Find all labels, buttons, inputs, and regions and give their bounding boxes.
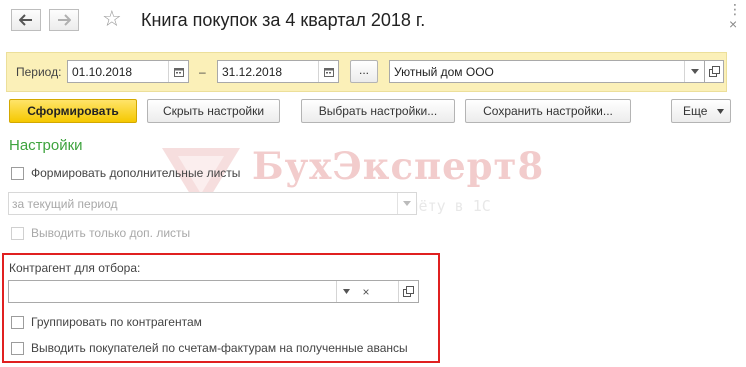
date-from-field[interactable]: 01.10.2018 <box>67 60 189 83</box>
kebab-menu-icon[interactable]: ⋮ <box>728 2 742 16</box>
only-extra-sheets-checkbox <box>11 227 24 240</box>
close-icon[interactable]: × <box>729 16 737 32</box>
choose-settings-button[interactable]: Выбрать настройки... <box>301 99 455 123</box>
hide-settings-button[interactable]: Скрыть настройки <box>147 99 280 123</box>
forward-button[interactable] <box>49 9 79 31</box>
open-organization-button[interactable] <box>704 60 724 83</box>
date-to-field[interactable]: 31.12.2018 <box>217 60 339 83</box>
highlight-frame <box>2 253 440 363</box>
choose-period-button[interactable]: ... <box>350 60 378 83</box>
arrow-left-icon <box>19 14 32 26</box>
back-button[interactable] <box>11 9 41 31</box>
period-select-value: за текущий период <box>12 197 118 211</box>
save-settings-button[interactable]: Сохранить настройки... <box>465 99 631 123</box>
organization-value: Уютный дом ООО <box>394 65 494 79</box>
watermark-name: БухЭксперт8 <box>252 144 545 188</box>
organization-field[interactable]: Уютный дом ООО <box>389 60 705 83</box>
open-window-icon <box>709 66 720 80</box>
settings-title: Настройки <box>9 137 83 154</box>
chevron-down-icon[interactable] <box>684 61 704 82</box>
more-button[interactable]: Еще <box>671 99 731 123</box>
date-to-value: 31.12.2018 <box>222 65 283 79</box>
calendar-icon[interactable] <box>168 61 188 82</box>
more-button-label: Еще <box>683 104 708 118</box>
star-icon[interactable]: ☆ <box>102 8 122 30</box>
extra-sheets-label: Формировать дополнительные листы <box>31 166 241 180</box>
calendar-icon[interactable] <box>318 61 338 82</box>
page-title: Книга покупок за 4 квартал 2018 г. <box>141 10 426 30</box>
extra-sheets-checkbox[interactable] <box>11 167 24 180</box>
period-label: Период: <box>16 65 62 79</box>
chevron-down-icon <box>717 109 724 114</box>
chevron-down-icon <box>397 193 416 214</box>
date-from-value: 01.10.2018 <box>72 65 133 79</box>
period-select: за текущий период <box>8 192 417 215</box>
only-extra-sheets-label: Выводить только доп. листы <box>31 226 191 240</box>
generate-button[interactable]: Сформировать <box>9 99 137 123</box>
period-separator: – <box>199 65 206 79</box>
arrow-right-icon <box>58 14 71 26</box>
